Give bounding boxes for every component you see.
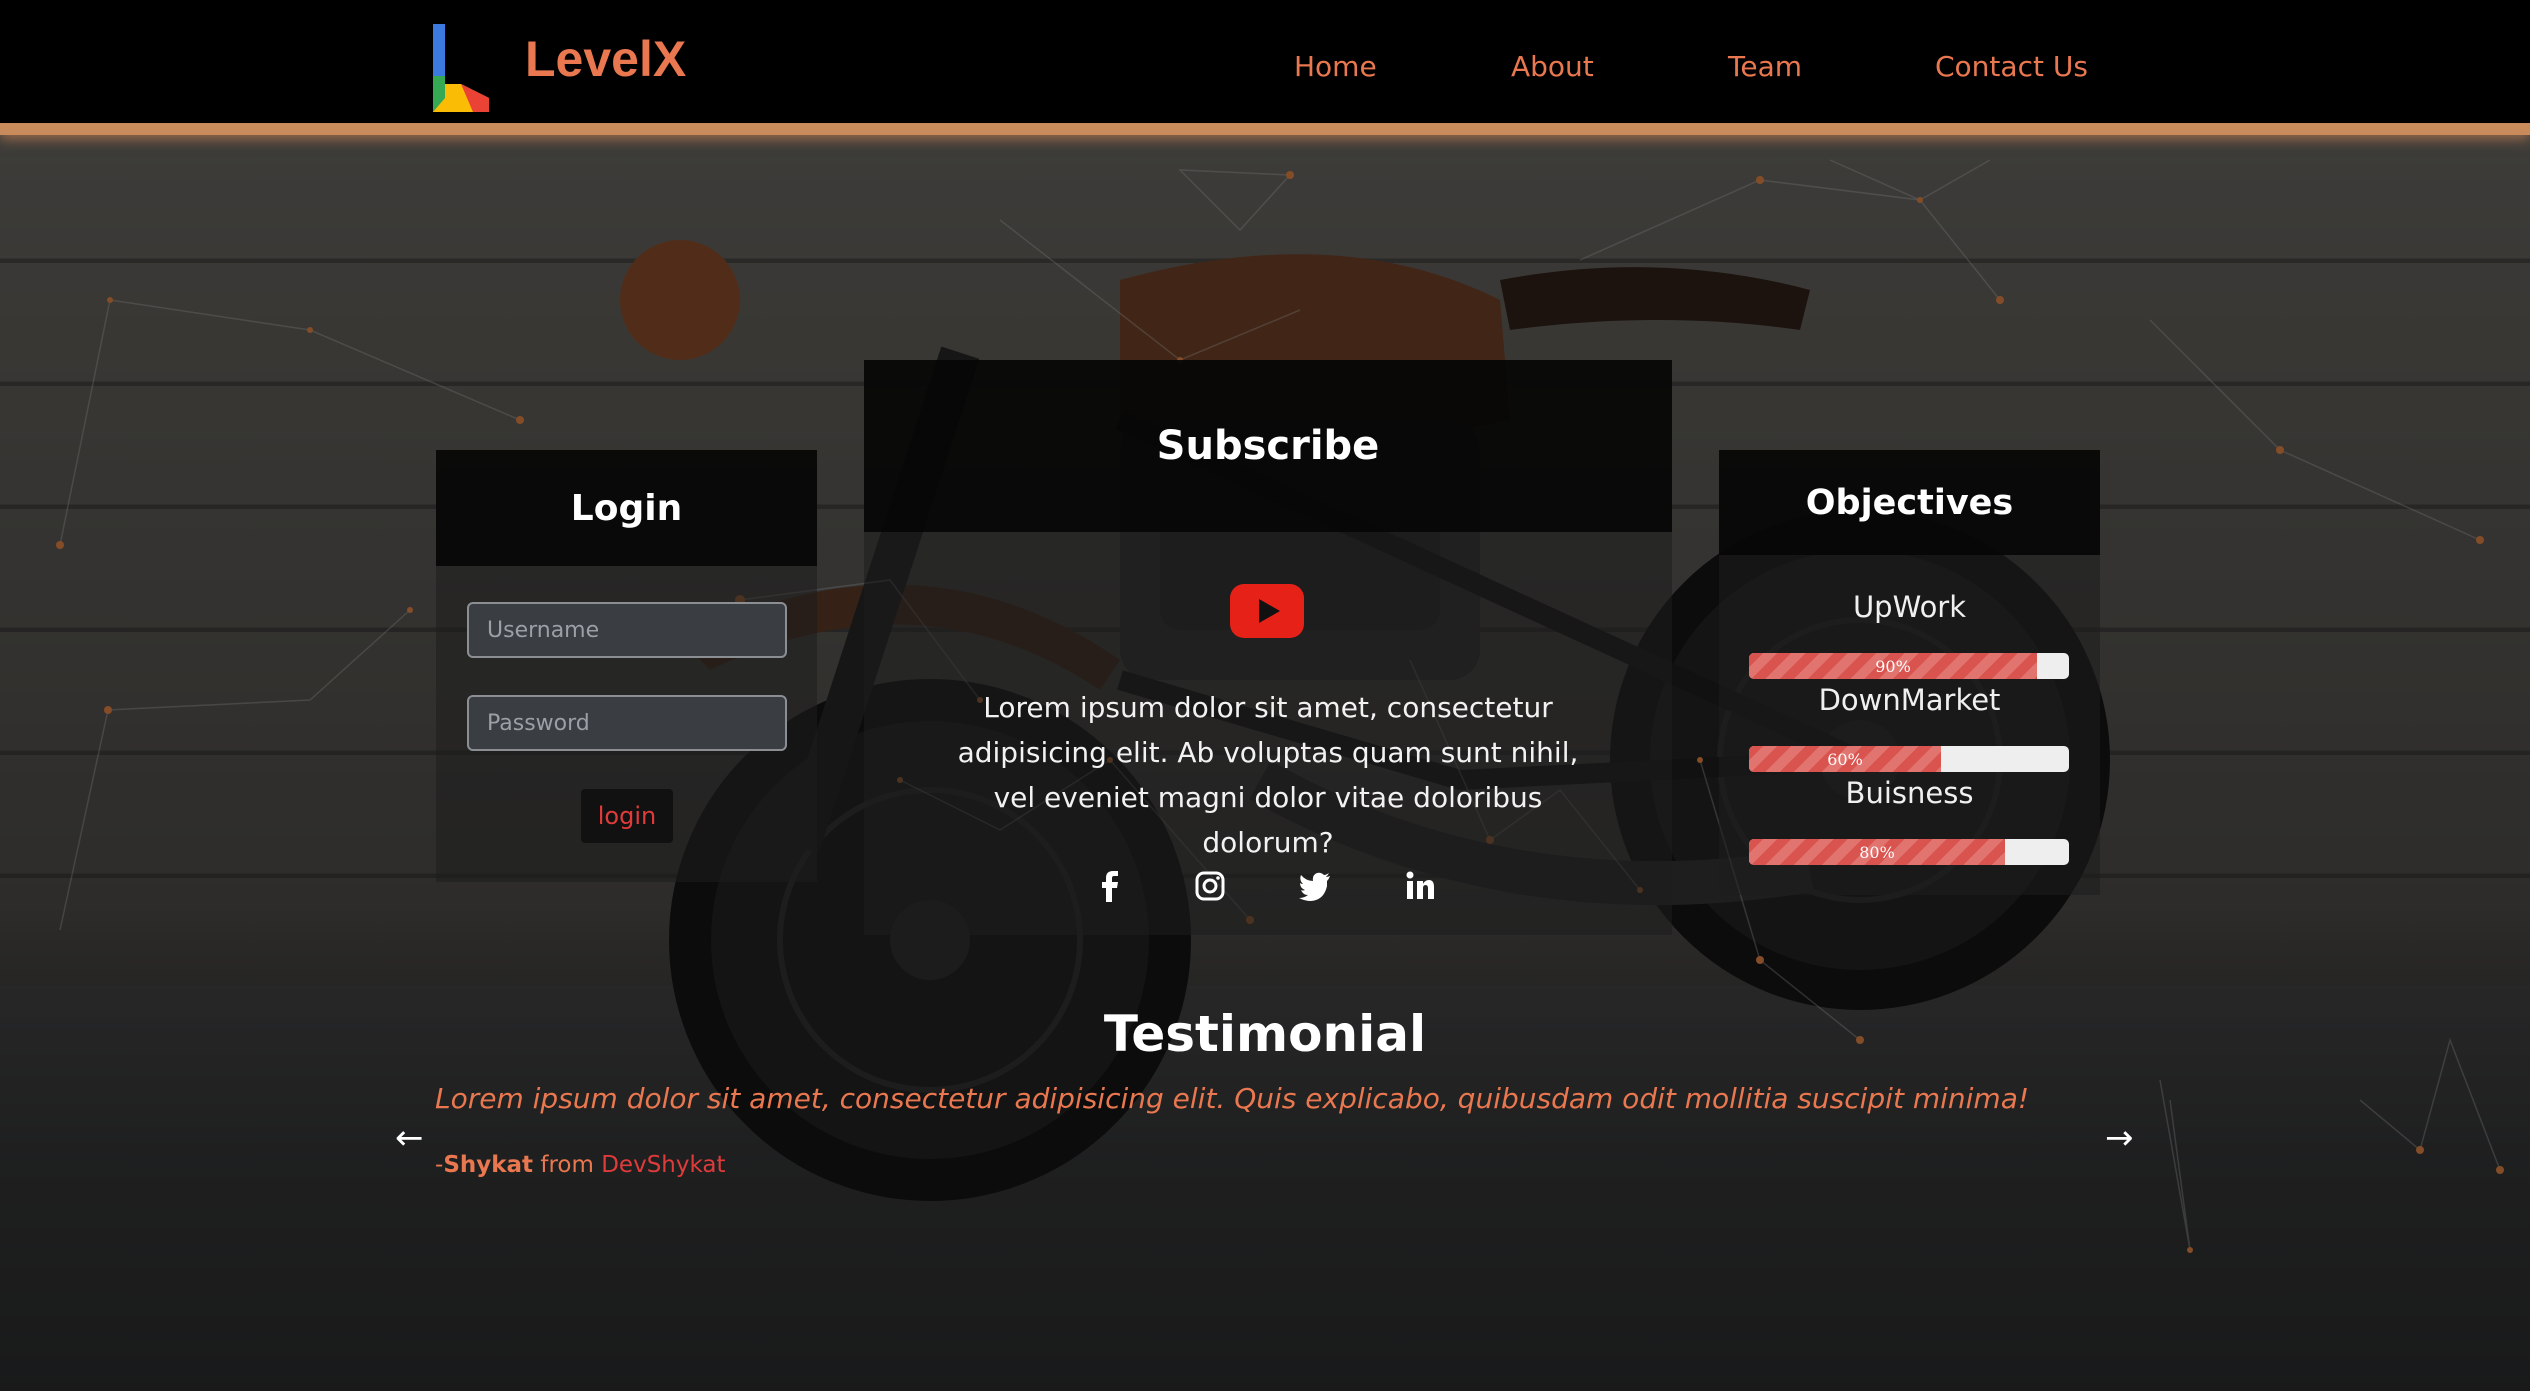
login-button[interactable]: login bbox=[581, 789, 673, 843]
progress-bar-downmarket: 60% bbox=[1749, 746, 2069, 772]
objectives-title: Objectives bbox=[1719, 450, 2100, 555]
nav-home[interactable]: Home bbox=[1294, 50, 1377, 83]
facebook-icon[interactable] bbox=[1092, 868, 1128, 904]
objective-label-upwork: UpWork bbox=[1852, 590, 1967, 624]
login-title: Login bbox=[436, 450, 817, 566]
navbar: LevelX Home About Team Contact Us bbox=[0, 0, 2530, 135]
username-input[interactable]: Username bbox=[467, 602, 787, 658]
author-company: DevShykat bbox=[601, 1152, 726, 1178]
brand-logo-icon[interactable] bbox=[433, 24, 489, 112]
nav-team[interactable]: Team bbox=[1728, 50, 1802, 83]
brand-name[interactable]: LevelX bbox=[525, 30, 686, 88]
testimonial-title: Testimonial bbox=[1103, 1005, 1427, 1063]
subscribe-card: Subscribe Lorem ipsum dolor sit amet, co… bbox=[864, 360, 1672, 935]
objectives-card: Objectives UpWork 90% DownMarket 60% Bui… bbox=[1719, 450, 2100, 895]
progress-fill: 90% bbox=[1749, 653, 2037, 679]
testimonial-quote: Lorem ipsum dolor sit amet, consectetur … bbox=[435, 1082, 2030, 1115]
objective-label-downmarket: DownMarket bbox=[1818, 683, 2001, 717]
progress-fill: 80% bbox=[1749, 839, 2005, 865]
testimonial-author: -Shykat from DevShykat bbox=[435, 1152, 726, 1178]
linkedin-icon[interactable] bbox=[1402, 868, 1438, 904]
progress-fill: 60% bbox=[1749, 746, 1941, 772]
youtube-icon[interactable] bbox=[1230, 584, 1304, 638]
login-card: Login Username Password login bbox=[436, 450, 817, 882]
progress-bar-upwork: 90% bbox=[1749, 653, 2069, 679]
author-name: Shykat bbox=[443, 1152, 534, 1178]
password-input[interactable]: Password bbox=[467, 695, 787, 751]
progress-bar-buisness: 80% bbox=[1749, 839, 2069, 865]
author-from: from bbox=[533, 1152, 602, 1178]
objective-label-buisness: Buisness bbox=[1845, 776, 1974, 810]
twitter-icon[interactable] bbox=[1297, 868, 1333, 904]
carousel-prev-arrow-icon[interactable]: ← bbox=[395, 1118, 424, 1158]
instagram-icon[interactable] bbox=[1192, 868, 1228, 904]
carousel-next-arrow-icon[interactable]: → bbox=[2105, 1118, 2134, 1158]
subscribe-title: Subscribe bbox=[864, 360, 1672, 532]
nav-contact-us[interactable]: Contact Us bbox=[1935, 50, 2088, 83]
subscribe-text: Lorem ipsum dolor sit amet, consectetur … bbox=[957, 691, 1579, 859]
nav-about[interactable]: About bbox=[1511, 50, 1594, 83]
